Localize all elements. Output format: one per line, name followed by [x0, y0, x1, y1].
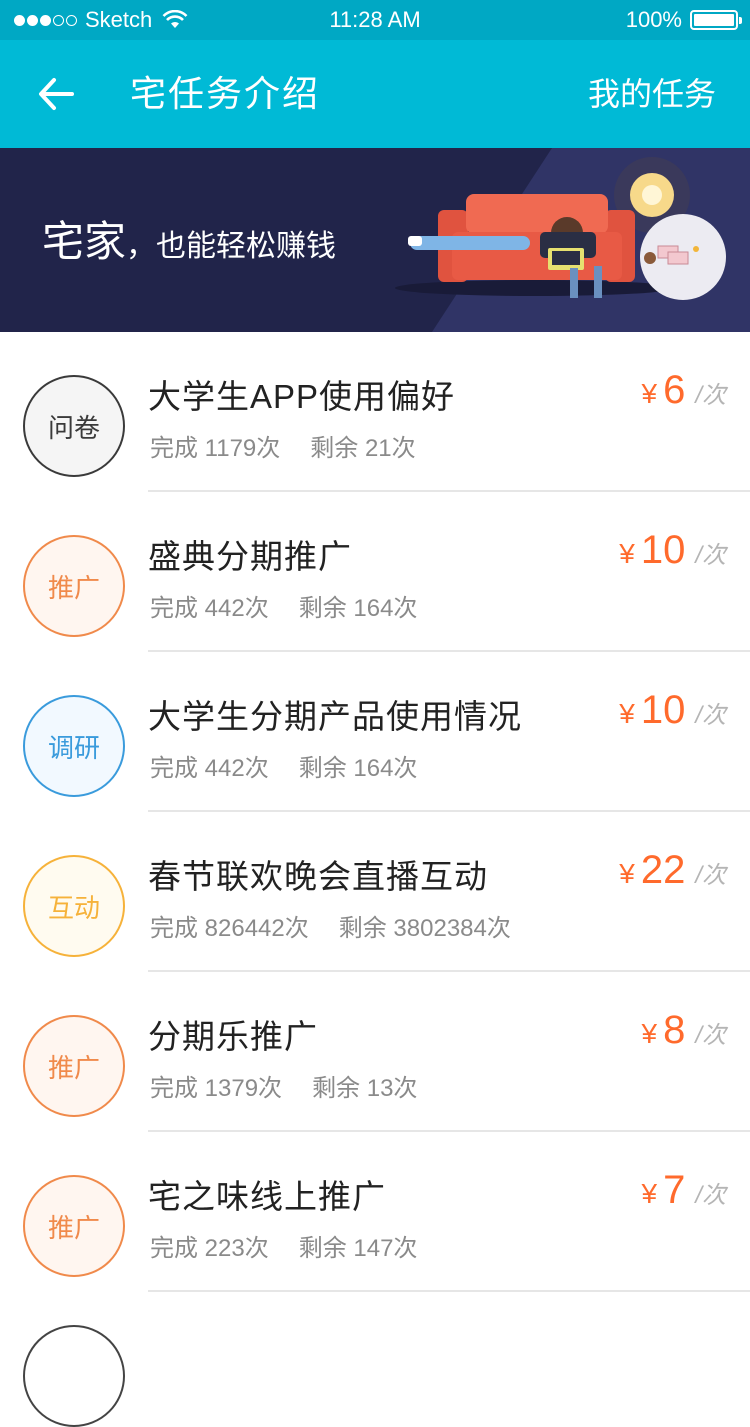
back-arrow-icon[interactable]: [34, 72, 78, 116]
task-price: ¥7/次: [642, 1168, 727, 1213]
task-price: ¥10/次: [619, 688, 726, 733]
status-bar: Sketch 11:28 AM 100%: [0, 0, 750, 40]
currency-symbol: ¥: [641, 1018, 658, 1049]
price-unit: /次: [695, 702, 726, 729]
price-unit: /次: [695, 862, 726, 889]
price-unit: /次: [695, 1022, 726, 1049]
task-price: ¥10/次: [619, 528, 726, 573]
price-unit: /次: [695, 1182, 726, 1209]
task-stats: 完成 442次 剩余 164次: [150, 748, 417, 783]
status-right: 100%: [625, 0, 742, 40]
task-badge: 推广: [23, 1175, 125, 1277]
task-badge: 推广: [23, 535, 125, 637]
task-stats: 完成 442次 剩余 164次: [150, 588, 417, 623]
task-remaining: 剩余 164次: [298, 755, 418, 782]
currency-symbol: ¥: [619, 858, 635, 889]
task-remaining: 剩余 147次: [298, 1235, 418, 1262]
promo-banner[interactable]: 宅家，也能轻松赚钱: [0, 148, 750, 332]
task-price: ¥6/次: [642, 368, 727, 413]
task-badge: 问卷: [23, 375, 125, 477]
banner-headline-big: 宅家: [42, 218, 127, 265]
task-item[interactable]: 调研 大学生分期产品使用情况 完成 442次 剩余 164次 ¥10/次: [0, 652, 750, 812]
task-title: 大学生APP使用偏好: [148, 378, 456, 415]
task-price: ¥8/次: [642, 1008, 727, 1053]
task-stats: 完成 223次 剩余 147次: [150, 1228, 417, 1263]
price-amount: 22: [640, 848, 686, 892]
task-stats: 完成 1379次 剩余 13次: [150, 1068, 417, 1103]
price-unit: /次: [695, 382, 726, 409]
task-item[interactable]: 推广 宅之味线上推广 完成 223次 剩余 147次 ¥7/次: [0, 1132, 750, 1292]
price-amount: 6: [663, 368, 686, 412]
my-tasks-button[interactable]: 我的任务: [588, 40, 716, 148]
task-completed: 完成 1379次: [150, 1075, 283, 1102]
task-item[interactable]: 推广 盛典分期推广 完成 442次 剩余 164次 ¥10/次: [0, 492, 750, 652]
currency-symbol: ¥: [619, 538, 635, 569]
currency-symbol: ¥: [619, 698, 635, 729]
battery-percent: 100%: [625, 7, 682, 32]
task-badge: 互动: [23, 855, 125, 957]
task-remaining: 剩余 21次: [310, 435, 416, 462]
divider: [148, 1290, 750, 1292]
task-price: ¥22/次: [619, 848, 726, 893]
task-remaining: 剩余 164次: [298, 595, 418, 622]
task-remaining: 剩余 13次: [312, 1075, 418, 1102]
nav-bar: 宅任务介绍 我的任务: [0, 40, 750, 148]
task-stats: 完成 1179次 剩余 21次: [150, 428, 416, 463]
task-completed: 完成 223次: [150, 1235, 269, 1262]
task-completed: 完成 826442次: [150, 915, 309, 942]
banner-headline-small: ，也能轻松赚钱: [126, 230, 337, 263]
task-remaining: 剩余 3802384次: [338, 915, 511, 942]
task-item[interactable]: 问卷 大学生APP使用偏好 完成 1179次 剩余 21次 ¥6/次: [0, 332, 750, 492]
task-item[interactable]: 推广 分期乐推广 完成 1379次 剩余 13次 ¥8/次: [0, 972, 750, 1132]
task-badge: 调研: [23, 695, 125, 797]
currency-symbol: ¥: [641, 1178, 658, 1209]
task-item[interactable]: 互动 春节联欢晚会直播互动 完成 826442次 剩余 3802384次 ¥22/…: [0, 812, 750, 972]
task-title: 盛典分期推广: [148, 538, 352, 575]
task-stats: 完成 826442次 剩余 3802384次: [150, 908, 511, 943]
price-unit: /次: [695, 542, 726, 569]
page-title: 宅任务介绍: [130, 73, 321, 114]
task-badge: 推广: [23, 1015, 125, 1117]
price-amount: 10: [640, 688, 686, 732]
task-title: 分期乐推广: [148, 1018, 318, 1055]
price-amount: 10: [640, 528, 686, 572]
price-amount: 8: [663, 1008, 686, 1052]
price-amount: 7: [663, 1168, 686, 1212]
banner-headline: 宅家，也能轻松赚钱: [42, 208, 336, 269]
battery-icon: [690, 10, 742, 30]
task-title: 宅之味线上推广: [148, 1178, 386, 1215]
task-completed: 完成 442次: [150, 755, 269, 782]
task-list: 问卷 大学生APP使用偏好 完成 1179次 剩余 21次 ¥6/次 推广 盛典分…: [0, 332, 750, 1292]
task-title: 春节联欢晚会直播互动: [148, 858, 488, 895]
task-title: 大学生分期产品使用情况: [148, 698, 522, 735]
task-badge-partial[interactable]: [23, 1325, 125, 1427]
task-completed: 完成 442次: [150, 595, 269, 622]
task-completed: 完成 1179次: [150, 435, 281, 462]
currency-symbol: ¥: [641, 378, 658, 409]
